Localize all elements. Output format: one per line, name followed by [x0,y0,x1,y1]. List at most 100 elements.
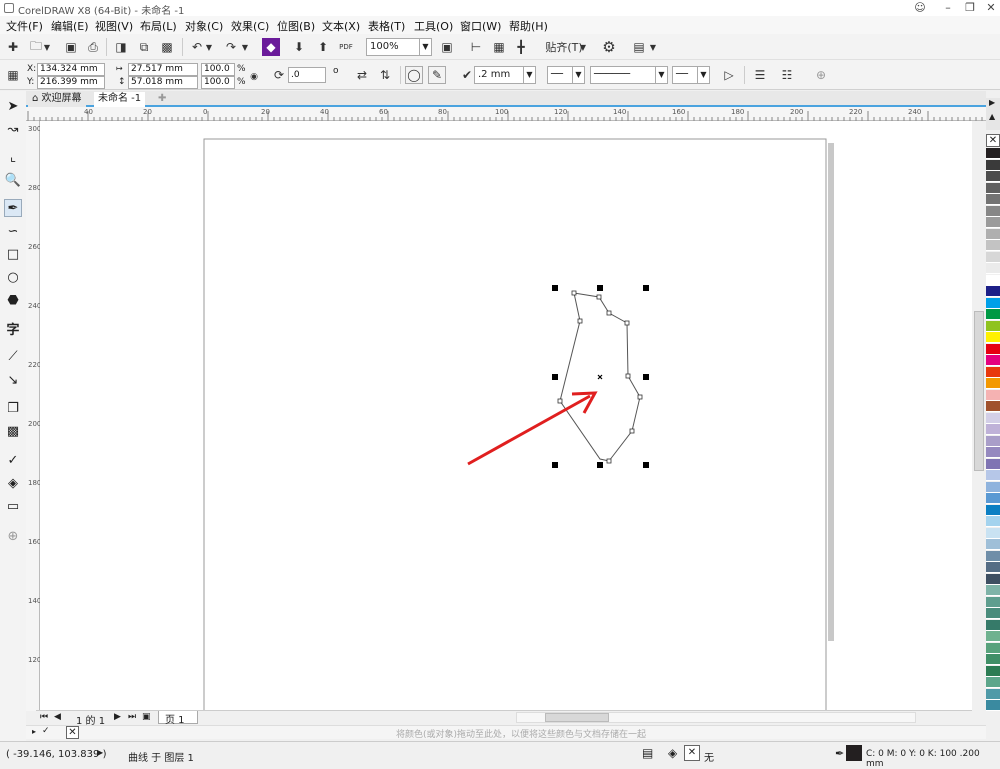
node-handle[interactable] [606,458,612,464]
node-handle[interactable] [625,373,631,379]
rotation-icon[interactable]: ⟳ [270,66,288,84]
restore-button[interactable]: ❐ [962,1,978,14]
color-swatch[interactable] [986,493,1000,504]
color-swatch[interactable] [986,320,1000,332]
menu-object[interactable]: 对象(C) [185,18,223,34]
color-swatch[interactable] [986,585,1000,596]
outline-width-combo[interactable]: .2 mm ▼ [474,66,536,84]
add-icon[interactable]: ⊕ [812,66,830,84]
color-swatch[interactable] [986,539,1000,550]
color-swatch[interactable] [986,688,1000,700]
eyedropper-icon[interactable]: ✓ [42,726,50,736]
prev-page-icon[interactable]: ◀ [54,712,61,722]
menu-file[interactable]: 文件(F) [6,18,43,34]
horizontal-ruler[interactable]: 40 20 0 20 40 60 80 100 120 140 160 180 … [26,107,986,121]
color-swatch[interactable] [986,378,1000,389]
menu-table[interactable]: 表格(T) [368,18,405,34]
smart-fill-icon[interactable]: ▭ [4,497,22,515]
close-curve-icon[interactable]: ◯ [405,66,423,84]
color-swatch[interactable] [986,332,1000,343]
user-icon[interactable]: ☺ [912,1,928,14]
show-guidelines-icon[interactable]: ╋ [512,38,530,56]
import-icon[interactable]: ⬇ [290,38,308,56]
search-content-icon[interactable]: ◆ [262,38,280,56]
color-swatch[interactable] [986,642,1000,654]
color-swatch[interactable] [986,550,1000,562]
zoom-tool-icon[interactable]: 🔍 [4,171,22,189]
show-grid-icon[interactable]: ▦ [490,38,508,56]
menu-layout[interactable]: 布局(L) [140,18,177,34]
color-swatch[interactable] [986,458,1000,470]
fill-none-swatch[interactable]: ✕ [684,745,700,761]
lock-ratio-icon[interactable]: ◉ [248,68,260,86]
cut-icon[interactable]: ◨ [112,38,130,56]
color-swatch[interactable] [986,366,1000,378]
color-swatch[interactable] [986,401,1000,412]
menu-effects[interactable]: 效果(C) [231,18,269,34]
palette-scroll-up-icon[interactable]: ▶ [989,98,995,107]
tab-untitled-document[interactable]: 未命名 -1 [94,92,146,107]
parallel-dimension-icon[interactable]: ⟋ [4,347,22,365]
color-swatch[interactable] [986,631,1000,642]
color-swatch[interactable] [986,596,1000,608]
color-swatch[interactable] [986,608,1000,619]
first-page-icon[interactable]: ⏮ [40,712,48,722]
launcher-dropdown-icon[interactable]: ▼ [648,38,658,56]
crop-tool-icon[interactable]: ⌞ [4,148,22,166]
height-field[interactable]: 57.018 mm [128,76,198,89]
y-position-field[interactable]: 216.399 mm [37,76,105,89]
color-swatch[interactable] [986,665,1000,677]
color-swatch[interactable] [986,343,1000,355]
color-swatch[interactable] [986,171,1000,182]
export-icon[interactable]: ⬆ [314,38,332,56]
color-swatch[interactable] [986,217,1000,228]
polygon-tool-icon[interactable]: ⬣ [4,291,22,309]
undo-dropdown-icon[interactable]: ▼ [204,38,214,56]
node-handle[interactable] [596,294,602,300]
color-swatch[interactable] [986,447,1000,458]
node-handle[interactable] [624,320,630,326]
node-handle[interactable] [577,318,583,324]
menu-help[interactable]: 帮助(H) [509,18,548,34]
copy-icon[interactable]: ⧉ [135,38,153,56]
add-page-icon[interactable]: ▣ [142,712,151,722]
resize-handle-top-left[interactable] [552,285,558,291]
rectangle-tool-icon[interactable]: □ [4,245,22,263]
color-swatch[interactable] [986,182,1000,194]
color-swatch[interactable] [986,527,1000,539]
resize-handle-top[interactable] [597,285,603,291]
no-color-swatch[interactable]: ✕ [66,726,79,739]
color-swatch[interactable] [986,412,1000,424]
color-swatch[interactable] [986,389,1000,401]
menu-tools[interactable]: 工具(O) [414,18,453,34]
color-swatch[interactable] [986,573,1000,585]
color-swatch[interactable] [986,504,1000,516]
start-arrowhead-combo[interactable]: ── ▼ [547,66,585,84]
options-gear-icon[interactable]: ⚙ [600,38,618,56]
transparency-icon[interactable]: ▩ [4,422,22,440]
resize-handle-right[interactable] [643,374,649,380]
zoom-level-combo[interactable]: 100% ▼ [366,38,432,56]
node-handle[interactable] [629,428,635,434]
scrollbar-thumb[interactable] [974,311,984,471]
shape-tool-icon[interactable]: ↝ [4,120,22,138]
color-swatch[interactable] [986,297,1000,309]
color-swatch[interactable] [986,435,1000,447]
interactive-fill-icon[interactable]: ◈ [4,474,22,492]
mirror-vertical-icon[interactable]: ⇅ [376,66,394,84]
minimize-button[interactable]: – [940,1,956,14]
color-swatch[interactable] [986,263,1000,274]
close-button[interactable]: ✕ [983,1,999,14]
no-color-swatch[interactable]: ✕ [986,134,1000,147]
scale-height-field[interactable]: 100.0 [201,76,235,89]
application-launcher-icon[interactable]: ▤ [630,38,648,56]
resize-handle-bottom-left[interactable] [552,462,558,468]
menu-bitmaps[interactable]: 位图(B) [277,18,315,34]
drop-shadow-icon[interactable]: ❐ [4,399,22,417]
drawing-canvas[interactable] [40,121,972,711]
color-swatch[interactable] [986,677,1000,688]
next-page-icon[interactable]: ▶ [114,712,121,722]
redo-dropdown-icon[interactable]: ▼ [240,38,250,56]
object-origin-icon[interactable]: ▦ [4,66,22,84]
outline-pen-icon[interactable]: ✒ [835,747,844,760]
